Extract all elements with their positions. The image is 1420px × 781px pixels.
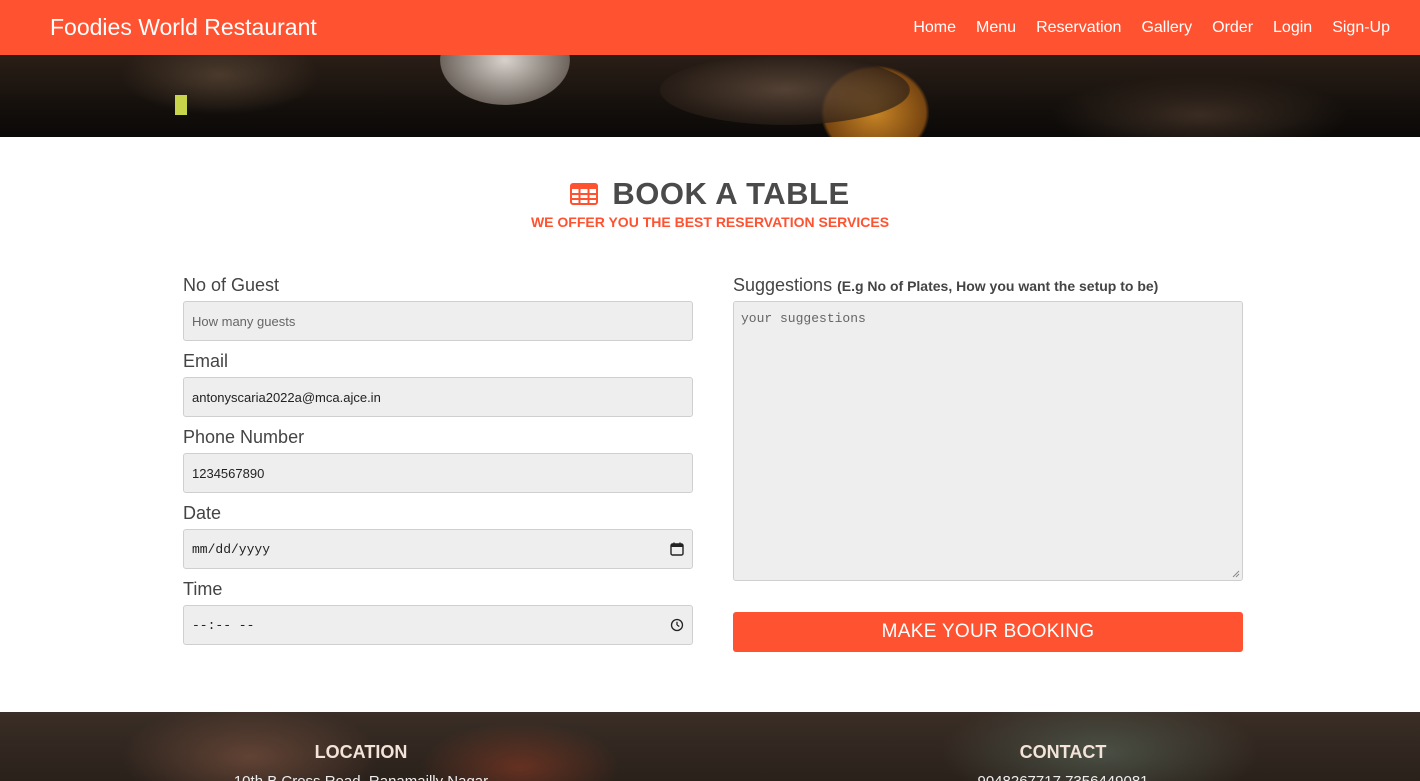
- guests-placeholder: How many guests: [192, 313, 296, 329]
- table-icon: [570, 183, 599, 205]
- booking-form-right: Suggestions (E.g No of Plates, How you w…: [733, 275, 1243, 652]
- email-field[interactable]: antonyscaria2022a@mca.ajce.in: [183, 377, 693, 417]
- booking-form-left: No of Guest How many guests Email antony…: [183, 275, 693, 655]
- brand-logo[interactable]: Foodies World Restaurant: [50, 14, 317, 41]
- time-field[interactable]: --:-- --: [183, 605, 693, 645]
- suggestions-label: Suggestions (E.g No of Plates, How you w…: [733, 275, 1243, 301]
- nav-link-signup[interactable]: Sign-Up: [1332, 19, 1390, 37]
- nav-link-order[interactable]: Order: [1212, 19, 1253, 37]
- email-value: antonyscaria2022a@mca.ajce.in: [192, 389, 381, 405]
- make-booking-button[interactable]: MAKE YOUR BOOKING: [733, 612, 1243, 652]
- phone-field[interactable]: 1234567890: [183, 453, 693, 493]
- email-label: Email: [183, 351, 229, 371]
- contact-text: 9048267717 7356449081: [863, 773, 1263, 781]
- location-text: 10th B Cross Road, Ranamailly Nagar: [161, 773, 561, 781]
- date-value: mm/dd/yyyy: [192, 541, 271, 557]
- date-label: Date: [183, 503, 222, 523]
- title-text: BOOK A TABLE: [612, 176, 850, 211]
- suggestions-textarea[interactable]: your suggestions: [733, 301, 1243, 581]
- nav-links: Home Menu Reservation Gallery Order Logi…: [893, 19, 1390, 37]
- nav-link-login[interactable]: Login: [1273, 19, 1312, 37]
- page-subtitle: WE OFFER YOU THE BEST RESERVATION SERVIC…: [530, 214, 890, 230]
- hero-banner-image: [0, 55, 1420, 137]
- resize-grip-icon[interactable]: [1232, 570, 1240, 578]
- time-value: --:-- --: [192, 617, 255, 633]
- footer: LOCATION 10th B Cross Road, Ranamailly N…: [0, 712, 1420, 781]
- suggestions-hint: (E.g No of Plates, How you want the setu…: [837, 278, 1159, 294]
- booking-header: BOOK A TABLE WE OFFER YOU THE BEST RESER…: [0, 176, 1420, 230]
- suggestions-placeholder: your suggestions: [741, 311, 866, 326]
- phone-label: Phone Number: [183, 427, 305, 447]
- location-heading: LOCATION: [314, 742, 408, 762]
- time-label: Time: [183, 579, 223, 599]
- clock-icon[interactable]: [670, 618, 684, 632]
- footer-contact: CONTACT 9048267717 7356449081: [863, 742, 1263, 781]
- nav-link-gallery[interactable]: Gallery: [1141, 19, 1192, 37]
- contact-heading: CONTACT: [1019, 742, 1107, 762]
- phone-value: 1234567890: [192, 465, 265, 481]
- calendar-icon[interactable]: [670, 542, 684, 556]
- footer-location: LOCATION 10th B Cross Road, Ranamailly N…: [161, 742, 561, 781]
- guests-label: No of Guest: [183, 275, 280, 295]
- guests-input[interactable]: How many guests: [183, 301, 693, 341]
- date-field[interactable]: mm/dd/yyyy: [183, 529, 693, 569]
- page-title: BOOK A TABLE: [570, 176, 849, 212]
- nav-link-home[interactable]: Home: [913, 19, 956, 37]
- nav-link-menu[interactable]: Menu: [976, 19, 1016, 37]
- nav-link-reservation[interactable]: Reservation: [1036, 19, 1121, 37]
- suggestions-label-text: Suggestions: [733, 275, 833, 295]
- top-navbar: Foodies World Restaurant Home Menu Reser…: [0, 0, 1420, 55]
